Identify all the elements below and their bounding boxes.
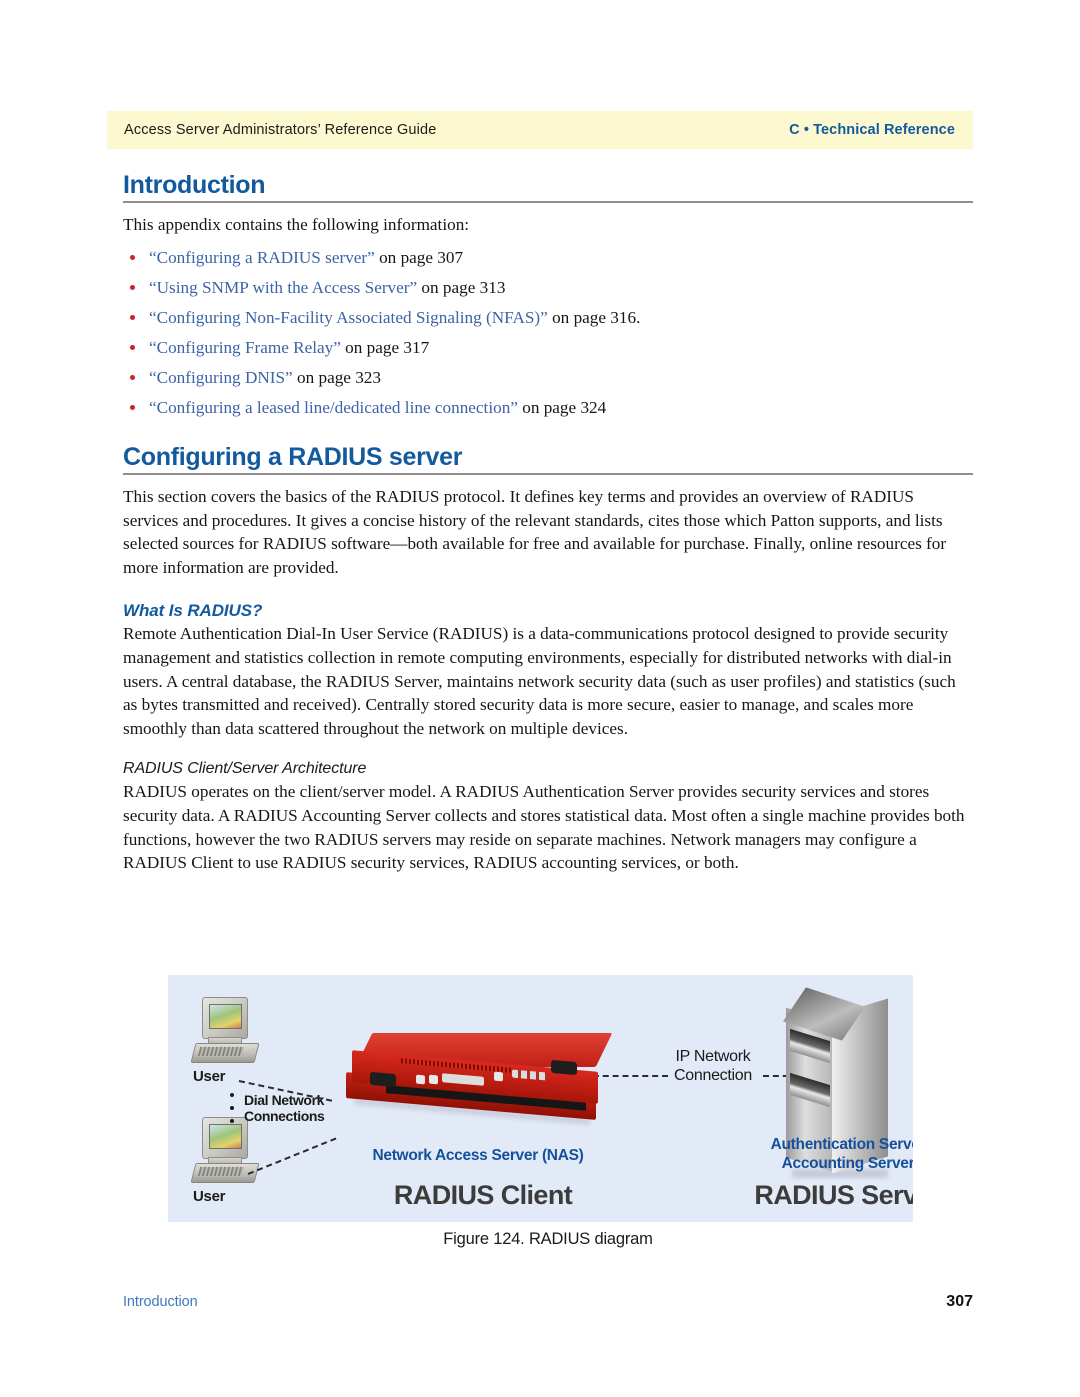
running-header: Access Server Administrators’ Reference … xyxy=(107,111,973,149)
list-item[interactable]: “Configuring DNIS” on page 323 xyxy=(123,367,973,388)
label-radius-client: RADIUS Client xyxy=(393,1180,573,1210)
bullet-icon xyxy=(130,284,135,290)
label-ip-network-line1: IP Network xyxy=(675,1048,751,1065)
cross-reference-list: “Configuring a RADIUS server” on page 30… xyxy=(123,247,973,418)
bullet-icon xyxy=(130,404,135,410)
heading-rule xyxy=(123,201,973,204)
keyboard-shape xyxy=(197,1167,245,1176)
workstation-icon xyxy=(190,997,260,1069)
xref-link-title[interactable]: “Using SNMP with the Access Server” xyxy=(149,278,417,297)
header-chapter-title: C • Technical Reference xyxy=(789,122,955,138)
xref-link-tail: on page 313 xyxy=(417,277,506,297)
xref-link-tail: on page 323 xyxy=(292,367,381,387)
xref-link-title[interactable]: “Configuring a leased line/dedicated lin… xyxy=(149,398,518,417)
bullet-icon xyxy=(130,374,135,380)
figure-caption: Figure 124. RADIUS diagram xyxy=(443,1230,653,1248)
label-server-roles: Authentication Server Accounting Server xyxy=(728,1135,913,1173)
label-radius-server: RADIUS Server xyxy=(754,1180,913,1210)
label-ip-network: IP Network Connection xyxy=(638,1047,788,1085)
heading-configuring-radius-server: Configuring a RADIUS server xyxy=(123,442,463,471)
monitor-shape xyxy=(202,1117,248,1159)
footer-section-name: Introduction xyxy=(123,1294,198,1310)
xref-link-title[interactable]: “Configuring Frame Relay” xyxy=(149,338,341,357)
xref-link-title[interactable]: “Configuring DNIS” xyxy=(149,368,293,387)
what-is-radius-paragraph: Remote Authentication Dial-In User Servi… xyxy=(123,624,956,738)
list-item[interactable]: “Configuring a RADIUS server” on page 30… xyxy=(123,247,973,268)
list-item[interactable]: “Configuring a leased line/dedicated lin… xyxy=(123,397,973,418)
bullet-icon xyxy=(130,254,135,260)
screen-shape xyxy=(209,1124,242,1149)
workstation-icon xyxy=(190,1117,260,1189)
heading-rule xyxy=(123,473,973,476)
label-network-access-server: Network Access Server (NAS) xyxy=(372,1147,584,1164)
xref-link-tail: on page 307 xyxy=(374,247,464,267)
label-user-bottom: User xyxy=(193,1188,226,1205)
list-item[interactable]: “Configuring Non-Facility Associated Sig… xyxy=(123,307,973,328)
xref-link-tail: on page 316. xyxy=(547,307,641,327)
document-page: Access Server Administrators’ Reference … xyxy=(0,0,1080,1397)
label-dial-network-line2: Connections xyxy=(244,1108,325,1124)
configuring-radius-paragraph: This section covers the basics of the RA… xyxy=(123,487,947,577)
heading-client-server-architecture: RADIUS Client/Server Architecture xyxy=(123,760,367,778)
nas-rj-port-3 xyxy=(494,1071,503,1082)
label-ip-network-line2: Connection xyxy=(674,1067,752,1084)
xref-link-title[interactable]: “Configuring Non-Facility Associated Sig… xyxy=(149,308,548,327)
figure-radius-diagram: User User Dial Network Connections IP Ne… xyxy=(168,975,913,1222)
keyboard-shape xyxy=(197,1047,245,1056)
label-accounting-server: Accounting Server xyxy=(781,1155,913,1172)
label-user-top: User xyxy=(193,1068,226,1085)
nas-rj-port-1 xyxy=(416,1074,425,1085)
bullet-icon xyxy=(130,314,135,320)
footer-page-number: 307 xyxy=(946,1293,973,1310)
xref-link-tail: on page 317 xyxy=(340,337,430,357)
header-guide-title: Access Server Administrators’ Reference … xyxy=(124,122,437,138)
client-server-architecture-paragraph: RADIUS operates on the client/server mod… xyxy=(123,782,965,873)
nas-rj-port-2 xyxy=(429,1074,438,1085)
heading-introduction: Introduction xyxy=(123,171,266,199)
list-item[interactable]: “Using SNMP with the Access Server” on p… xyxy=(123,277,973,298)
bullet-icon xyxy=(130,344,135,350)
heading-what-is-radius: What Is RADIUS? xyxy=(123,601,263,621)
nas-device-icon xyxy=(346,1033,613,1126)
label-authentication-server: Authentication Server xyxy=(770,1136,913,1153)
vertical-ellipsis-icon xyxy=(230,1093,234,1132)
page-footer: Introduction 307 xyxy=(123,1293,973,1311)
page-content: Introduction This appendix contains the … xyxy=(123,172,973,885)
xref-link-tail: on page 324 xyxy=(517,397,607,417)
nas-serial-port-left xyxy=(370,1071,396,1088)
radius-diagram-image: User User Dial Network Connections IP Ne… xyxy=(168,975,913,1222)
nas-serial-port-right xyxy=(551,1059,577,1076)
screen-shape xyxy=(209,1004,242,1029)
label-dial-network: Dial Network Connections xyxy=(244,1092,354,1124)
xref-link-title[interactable]: “Configuring a RADIUS server” xyxy=(149,248,375,267)
list-item[interactable]: “Configuring Frame Relay” on page 317 xyxy=(123,337,973,358)
monitor-shape xyxy=(202,997,248,1039)
introduction-paragraph: This appendix contains the following inf… xyxy=(123,215,470,235)
